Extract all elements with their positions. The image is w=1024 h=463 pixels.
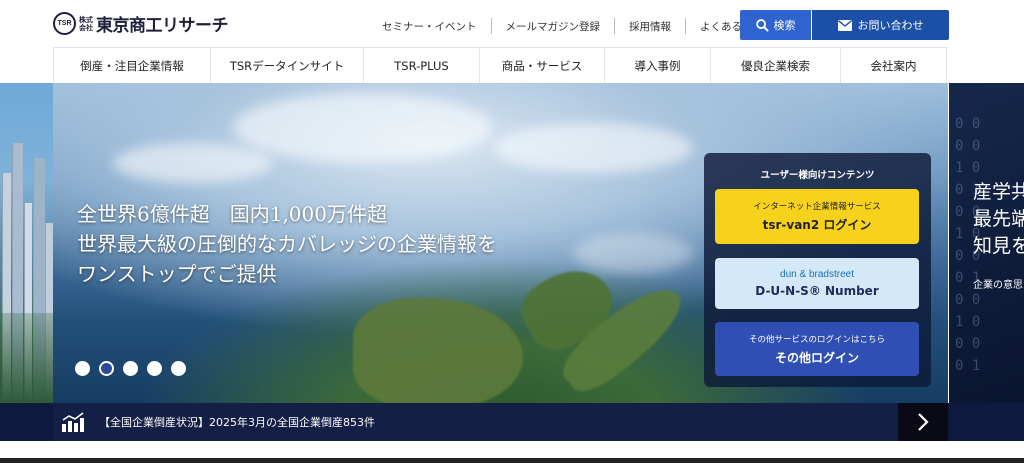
other-login-label: その他ログイン	[774, 350, 859, 365]
search-button[interactable]: 検索	[740, 10, 811, 40]
util-link-seminar[interactable]: セミナー・イベント	[368, 19, 491, 34]
logo-small-1: 株式	[79, 15, 93, 24]
nav-item-company-search[interactable]: 優良企業検索	[711, 48, 841, 84]
cloud-image	[493, 123, 693, 173]
next-slide-line-3: 知見を	[973, 235, 1024, 257]
logo-text: 東京商工リサーチ	[96, 16, 229, 36]
hero-line-3: ワンストップでご提供	[77, 262, 277, 286]
contact-button-label: お問い合わせ	[857, 19, 924, 32]
mail-icon	[837, 19, 852, 31]
chevron-right-icon	[918, 413, 929, 431]
cloud-image	[113, 143, 273, 183]
other-login-sub: その他サービスのログインはこちら	[748, 334, 885, 345]
duns-number-label: D-U-N-S® Number	[755, 284, 879, 298]
tsr-van2-sub: インターネット企業情報サービス	[753, 202, 881, 212]
landmass-image	[353, 298, 523, 403]
slide-dot[interactable]	[123, 361, 138, 376]
cloud-image	[233, 93, 493, 163]
next-slide-line-1: 産学共	[973, 181, 1024, 203]
hero-line-1: 全世界6億件超 国内1,000万件超	[77, 202, 387, 226]
user-content-panel: ユーザー様向けコンテンツ インターネット企業情報サービス tsr-van2 ログ…	[704, 153, 931, 387]
site-header: TSR 株式 会社 東京商工リサーチ セミナー・イベント メールマガジン登録 採…	[0, 0, 1024, 47]
chart-bars-icon	[61, 412, 85, 432]
next-slide-headline: 産学共 最先端 知見を	[973, 179, 1024, 260]
cloud-image	[573, 233, 693, 273]
search-icon	[755, 18, 769, 32]
news-next-button[interactable]	[898, 403, 948, 441]
nav-item-about[interactable]: 会社案内	[841, 48, 947, 84]
hero-line-2: 世界最大級の圧倒的なカバレッジの企業情報を	[77, 232, 497, 256]
trees-image	[0, 313, 53, 403]
nav-item-data-insight[interactable]: TSRデータインサイト	[211, 48, 364, 84]
next-slide-line-2: 最先端	[973, 208, 1024, 230]
dnb-logo-text: dun & bradstreet	[780, 269, 854, 280]
page-divider	[0, 458, 1024, 463]
nav-item-products[interactable]: 商品・サービス	[480, 48, 605, 84]
news-ticker[interactable]: 【全国企業倒産状況】2025年3月の全国企業倒産853件	[53, 403, 898, 441]
util-link-recruit[interactable]: 採用情報	[615, 19, 685, 34]
other-login-button[interactable]: その他サービスのログインはこちら その他ログイン	[715, 322, 919, 376]
site-logo[interactable]: TSR 株式 会社 東京商工リサーチ	[53, 11, 229, 36]
search-button-label: 検索	[773, 19, 796, 32]
panel-title: ユーザー様向けコンテンツ	[760, 170, 875, 181]
logo-company-type: 株式 会社	[79, 16, 93, 32]
duns-number-button[interactable]: dun & bradstreet D-U-N-S® Number	[715, 258, 919, 309]
util-link-newsletter[interactable]: メールマガジン登録	[492, 19, 615, 34]
hero-slide: 全世界6億件超 国内1,000万件超 世界最大級の圧倒的なカバレッジの企業情報を…	[53, 83, 948, 403]
utility-links: セミナー・イベント メールマガジン登録 採用情報 よくあるご質問	[368, 18, 788, 34]
next-slide-sub: 企業の意思	[973, 280, 1023, 291]
tsr-van2-label: tsr-van2 ログイン	[762, 218, 872, 232]
slide-dot[interactable]	[75, 361, 90, 376]
logo-small-2: 会社	[79, 23, 93, 32]
slide-dot[interactable]	[147, 361, 162, 376]
contact-button[interactable]: お問い合わせ	[812, 10, 949, 40]
next-slide-peek[interactable]: 0 00 01 00 10 01 00 00 10 01 00 00 1 産学共…	[949, 83, 1024, 403]
slide-pagination	[75, 361, 186, 376]
news-text[interactable]: 【全国企業倒産状況】2025年3月の全国企業倒産853件	[99, 414, 375, 430]
nav-item-case-studies[interactable]: 導入事例	[605, 48, 711, 84]
slide-dot[interactable]	[171, 361, 186, 376]
previous-slide-peek[interactable]	[0, 83, 53, 403]
page: TSR 株式 会社 東京商工リサーチ セミナー・イベント メールマガジン登録 採…	[0, 0, 1024, 463]
nav-item-tsr-plus[interactable]: TSR-PLUS	[364, 48, 480, 84]
main-nav: 倒産・注目企業情報 TSRデータインサイト TSR-PLUS 商品・サービス 導…	[53, 47, 948, 84]
hero-headline: 全世界6億件超 国内1,000万件超 世界最大級の圧倒的なカバレッジの企業情報を…	[77, 199, 497, 289]
logo-mark: TSR	[53, 12, 76, 35]
nav-item-bankruptcy[interactable]: 倒産・注目企業情報	[53, 48, 211, 84]
slide-dot-active[interactable]	[99, 361, 114, 376]
tsr-van2-login-button[interactable]: インターネット企業情報サービス tsr-van2 ログイン	[715, 189, 919, 244]
